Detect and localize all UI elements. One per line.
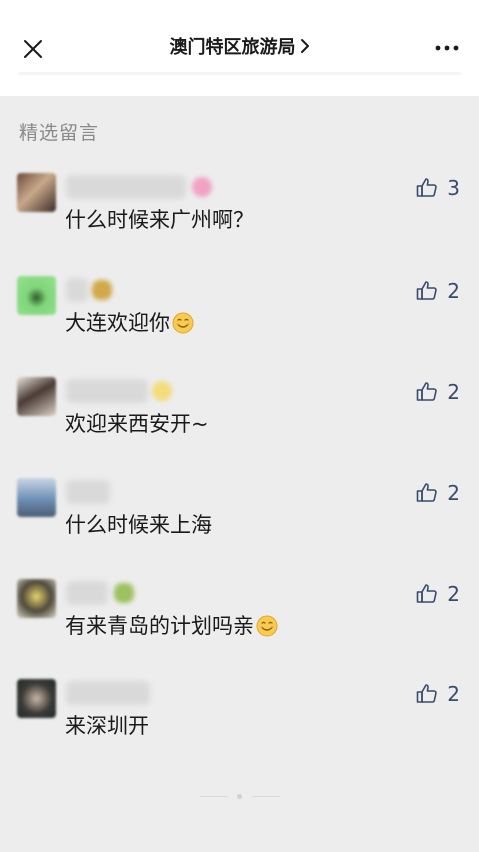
divider-left: [200, 796, 228, 797]
like-count: 3: [447, 176, 460, 200]
like-count: 2: [447, 582, 460, 606]
smile-emoji-icon: [172, 312, 194, 334]
thumb-up-icon: [416, 584, 438, 603]
comment-item: 什么时候来广州啊？ 3: [0, 173, 479, 263]
avatar[interactable]: [17, 377, 56, 416]
thumb-up-icon: [416, 483, 438, 502]
thumb-up-icon: [416, 178, 438, 197]
end-of-list-marker: [200, 792, 280, 802]
avatar[interactable]: [17, 478, 56, 517]
avatar[interactable]: [17, 173, 56, 212]
like-count: 2: [447, 380, 460, 404]
flower-emoji: [192, 177, 212, 197]
like-count: 2: [447, 481, 460, 505]
avatar[interactable]: [17, 579, 56, 618]
nickname-blurred: [66, 581, 108, 605]
comment-text: 什么时候来上海: [65, 513, 212, 537]
nickname-blurred: [66, 480, 110, 504]
comment-text: 有来青岛的计划吗亲: [65, 611, 278, 641]
like-button[interactable]: 2: [415, 679, 460, 709]
comment-item: 来深圳开 2: [0, 679, 479, 769]
account-title: 澳门特区旅游局: [169, 37, 296, 58]
more-icon[interactable]: [435, 38, 459, 58]
top-bar: 澳门特区旅游局: [0, 0, 479, 96]
like-button[interactable]: 3: [415, 173, 460, 203]
comment-item: 什么时候来上海 2: [0, 478, 479, 568]
nickname-blurred: [66, 278, 88, 302]
comment-text: 什么时候来广州啊？: [65, 208, 254, 232]
chevron-right-icon: [300, 39, 309, 53]
comment-text-body: 大连欢迎你: [65, 311, 170, 335]
like-button[interactable]: 2: [415, 276, 460, 306]
like-button[interactable]: 2: [415, 377, 460, 407]
bee-emoji: [92, 280, 112, 300]
comment-text: 欢迎来西安开~: [65, 412, 209, 436]
leaf-emoji: [114, 583, 134, 603]
header-divider: [18, 72, 461, 75]
like-button[interactable]: 2: [415, 478, 460, 508]
comment-text: 来深圳开: [65, 714, 149, 738]
comment-item: 欢迎来西安开~ 2: [0, 377, 479, 467]
smile-emoji-icon: [256, 615, 278, 637]
like-button[interactable]: 2: [415, 579, 460, 609]
avatar[interactable]: [17, 679, 56, 718]
comment-text: 大连欢迎你: [65, 308, 194, 338]
comment-item: 有来青岛的计划吗亲 2: [0, 579, 479, 669]
like-count: 2: [447, 279, 460, 303]
avatar[interactable]: [17, 276, 56, 315]
nickname-blurred: [66, 379, 148, 403]
thumb-up-icon: [416, 684, 438, 703]
thumb-up-icon: [416, 281, 438, 300]
sparkle-emoji: [152, 381, 172, 401]
divider-dot: [237, 794, 242, 799]
divider-right: [252, 796, 280, 797]
account-title-link[interactable]: 澳门特区旅游局: [0, 34, 479, 62]
thumb-up-icon: [416, 382, 438, 401]
nickname-blurred: [66, 681, 150, 705]
comment-item: 大连欢迎你 2: [0, 276, 479, 366]
comment-text-body: 有来青岛的计划吗亲: [65, 614, 254, 638]
nickname-blurred: [66, 175, 186, 199]
section-title: 精选留言: [19, 122, 100, 144]
like-count: 2: [447, 682, 460, 706]
